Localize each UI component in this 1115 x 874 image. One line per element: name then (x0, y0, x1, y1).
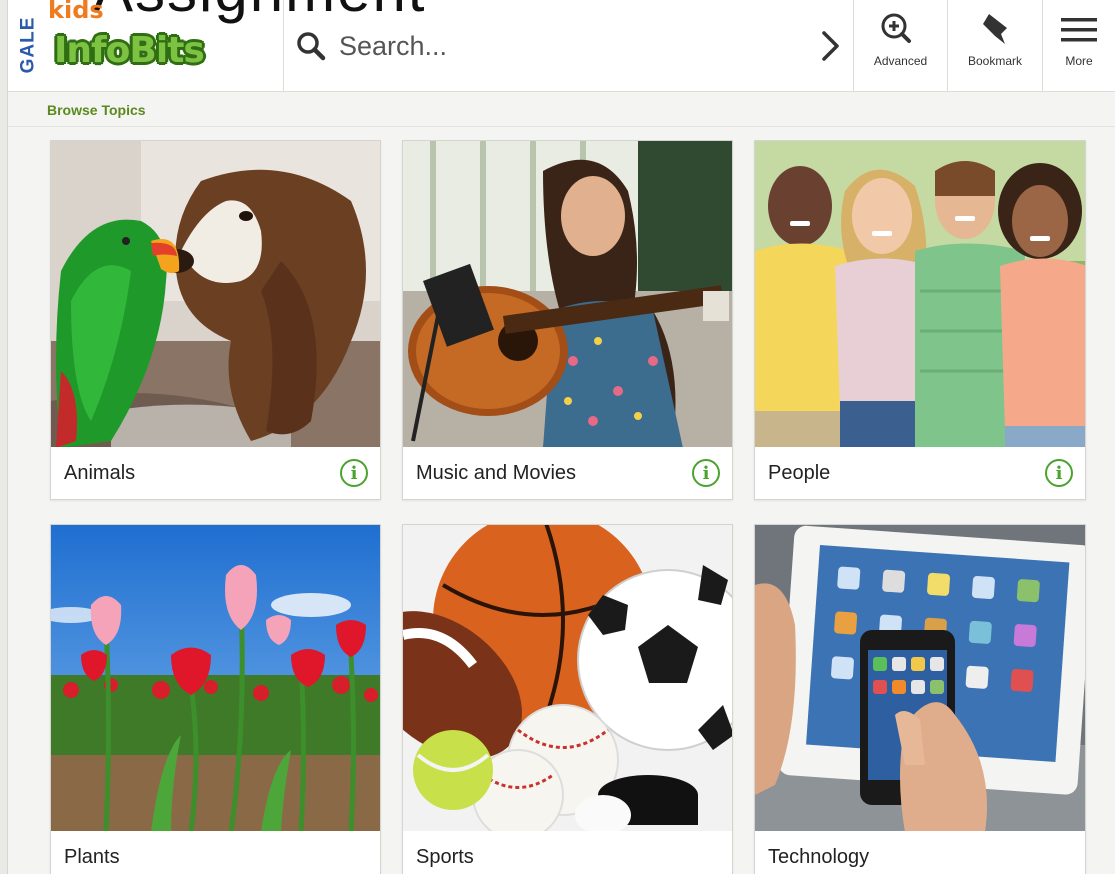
header-divider (283, 0, 284, 91)
topic-label: Technology (768, 845, 870, 868)
browse-topics-link[interactable]: Browse Topics (47, 102, 146, 118)
advanced-label: Advanced (873, 54, 928, 68)
info-icon[interactable]: i (692, 459, 720, 487)
info-icon[interactable]: i (340, 459, 368, 487)
window-edge (0, 0, 8, 874)
plants-image (51, 525, 380, 832)
tile-footer: People i (755, 447, 1085, 499)
tile-footer: Technology (755, 831, 1085, 874)
search-input[interactable] (331, 30, 781, 62)
magnify-plus-icon (881, 13, 911, 43)
topic-tile-music-and-movies[interactable]: Music and Movies i (402, 140, 733, 500)
bookmark-label: Bookmark (967, 54, 1023, 68)
topic-tile-animals[interactable]: Animals i (50, 140, 381, 500)
topic-label: Music and Movies (416, 461, 577, 484)
chevron-right-icon (822, 31, 839, 61)
topic-tile-people[interactable]: People i (754, 140, 1086, 500)
section-divider (8, 126, 1115, 127)
sports-image (403, 525, 732, 832)
tile-footer: Music and Movies i (403, 447, 732, 499)
tile-footer: Plants (51, 831, 380, 874)
gale-logo-text: GALE (17, 16, 39, 74)
infobits-logo-text: InfoBits (54, 30, 205, 71)
top-header: Assignment GALE kids InfoBits Advanced (8, 0, 1115, 92)
tile-footer: Sports (403, 831, 732, 874)
kids-infobits-logo[interactable]: GALE kids InfoBits (8, 0, 283, 91)
topic-tile-plants[interactable]: Plants (50, 524, 381, 874)
search-bar (291, 18, 851, 74)
advanced-search-button[interactable]: Advanced (854, 0, 947, 91)
topic-label: People (768, 461, 831, 484)
topic-label: Plants (64, 845, 120, 868)
music-and-movies-image (403, 141, 732, 448)
info-icon[interactable]: i (1045, 459, 1073, 487)
topic-tile-sports[interactable]: Sports (402, 524, 733, 874)
kids-logo-text: kids (48, 0, 104, 24)
topic-label: Animals (64, 461, 136, 484)
animals-image (51, 141, 380, 448)
people-image (755, 141, 1085, 448)
hamburger-menu-icon (1061, 18, 1097, 42)
tile-footer: Animals i (51, 447, 380, 499)
search-icon[interactable] (291, 26, 331, 66)
technology-image (755, 525, 1085, 832)
topic-label: Sports (416, 845, 474, 868)
more-label: More (1065, 54, 1093, 68)
topic-tile-technology[interactable]: Technology (754, 524, 1086, 874)
bookmark-icon (983, 14, 1007, 44)
search-submit-button[interactable] (816, 24, 846, 68)
bookmark-button[interactable]: Bookmark (948, 0, 1042, 91)
more-menu-button[interactable]: More (1043, 0, 1115, 91)
